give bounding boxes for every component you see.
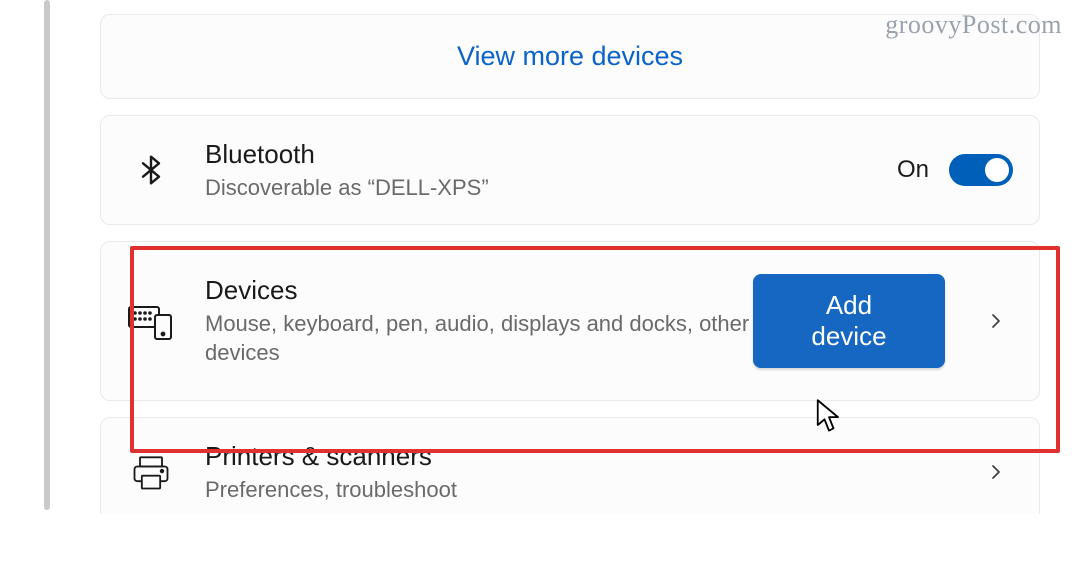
chevron-right-icon[interactable] [987, 463, 1005, 481]
devices-card[interactable]: Devices Mouse, keyboard, pen, audio, dis… [100, 241, 1040, 401]
printers-subtitle: Preferences, troubleshoot [205, 475, 965, 505]
devices-icon [127, 301, 175, 341]
bluetooth-title: Bluetooth [205, 138, 897, 171]
bluetooth-text: Bluetooth Discoverable as “DELL-XPS” [205, 138, 897, 202]
scrollbar-track[interactable] [42, 0, 52, 575]
add-device-button[interactable]: Add device [753, 274, 945, 368]
bluetooth-card[interactable]: Bluetooth Discoverable as “DELL-XPS” On [100, 115, 1040, 225]
bluetooth-toggle-group: On [897, 154, 1013, 186]
devices-text: Devices Mouse, keyboard, pen, audio, dis… [205, 274, 753, 368]
printers-text: Printers & scanners Preferences, trouble… [205, 440, 965, 504]
printers-title: Printers & scanners [205, 440, 965, 473]
view-more-devices-link[interactable]: View more devices [457, 41, 683, 72]
chevron-right-icon[interactable] [987, 312, 1005, 330]
printer-icon [127, 453, 175, 491]
bluetooth-subtitle: Discoverable as “DELL-XPS” [205, 173, 897, 203]
devices-title: Devices [205, 274, 753, 307]
scrollbar-thumb[interactable] [44, 0, 50, 510]
toggle-knob [985, 158, 1009, 182]
bluetooth-icon [127, 150, 175, 190]
watermark-text: groovyPost.com [885, 10, 1062, 40]
printers-card[interactable]: Printers & scanners Preferences, trouble… [100, 417, 1040, 514]
settings-panel: View more devices Bluetooth Discoverable… [0, 0, 1080, 575]
content-column: View more devices Bluetooth Discoverable… [100, 8, 1040, 514]
bluetooth-state-label: On [897, 156, 929, 184]
devices-subtitle: Mouse, keyboard, pen, audio, displays an… [205, 309, 753, 368]
bluetooth-toggle[interactable] [949, 154, 1013, 186]
